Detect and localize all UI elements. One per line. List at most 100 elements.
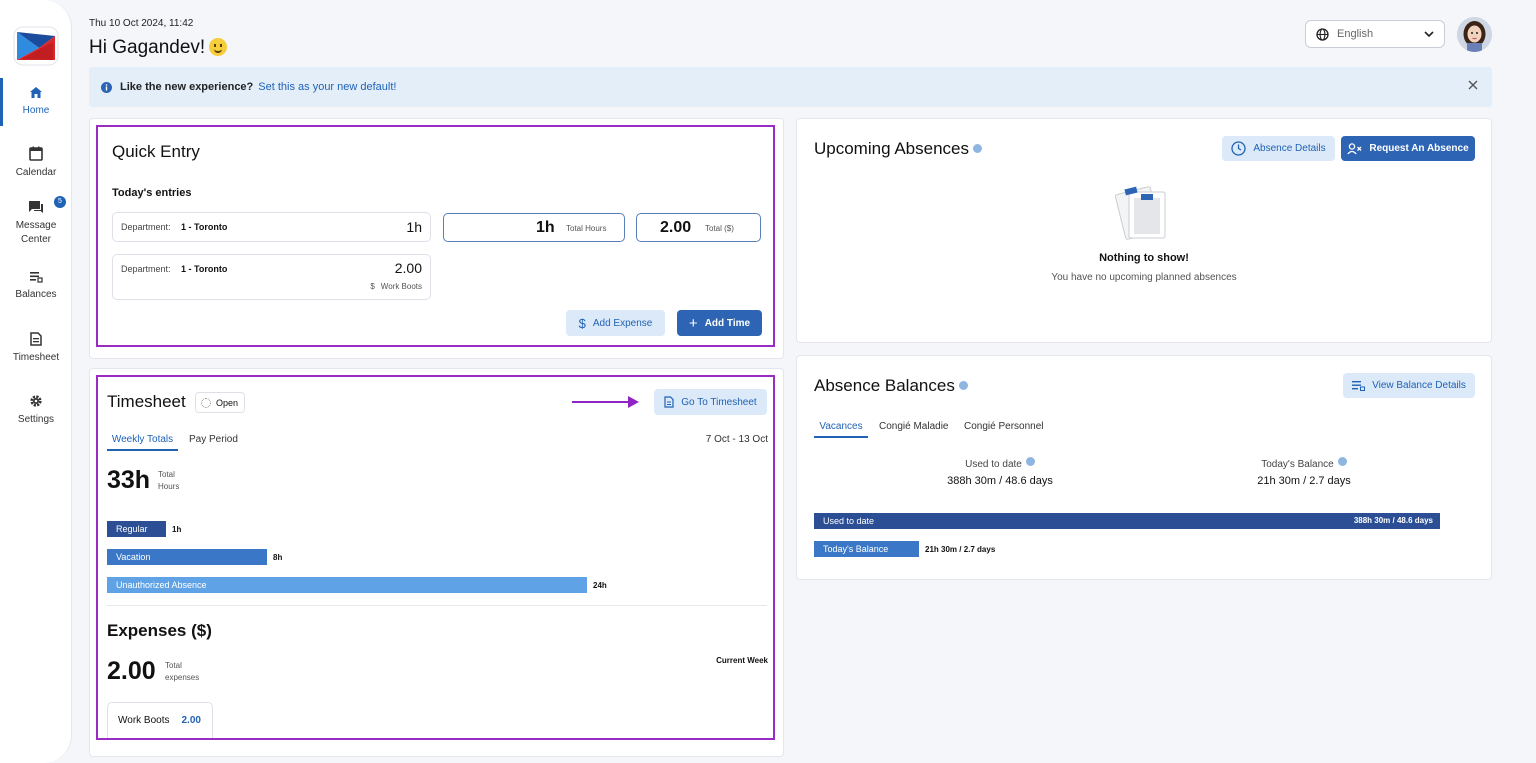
absence-details-label: Absence Details — [1253, 143, 1326, 154]
current-datetime: Thu 10 Oct 2024, 11:42 — [89, 18, 194, 29]
chevron-down-icon — [1424, 31, 1434, 37]
plus-icon: + — [688, 314, 698, 332]
close-icon[interactable] — [1468, 80, 1478, 90]
absence-details-button[interactable]: Absence Details — [1222, 136, 1335, 161]
total-hours-caption-1: Total — [158, 470, 175, 479]
empty-title: Nothing to show! — [1099, 252, 1189, 264]
entry-row[interactable]: Department: 1 - Toronto 2.00 $ Work Boots — [112, 254, 431, 300]
total-dollars-label: Total ($) — [705, 224, 734, 233]
request-absence-label: Request An Absence — [1369, 143, 1469, 154]
sidebar-item-message-center[interactable]: 5 Message Center — [0, 196, 72, 247]
week-range: 7 Oct - 13 Oct — [705, 434, 768, 445]
sidebar-item-balances[interactable]: Balances — [0, 270, 72, 302]
used-bar-label: Used to date — [823, 516, 875, 526]
add-time-button[interactable]: + Add Time — [677, 310, 762, 336]
go-to-timesheet-label: Go To Timesheet — [681, 396, 757, 408]
sidebar-item-label: Timesheet — [12, 352, 60, 363]
upcoming-absences-title-text: Upcoming Absences — [814, 139, 969, 158]
hours-bar-label: Vacation — [116, 552, 151, 562]
used-to-date-value: 388h 30m / 48.6 days — [947, 475, 1053, 487]
entry-value: 2.00 — [394, 260, 422, 276]
language-select[interactable]: English — [1305, 20, 1445, 48]
tab-congie-personnel[interactable]: Congié Personnel — [964, 421, 1044, 432]
document-icon — [664, 396, 674, 408]
avatar[interactable] — [1457, 17, 1492, 52]
today-bar-value: 21h 30m / 2.7 days — [925, 545, 996, 554]
hours-bar: Regular — [107, 521, 166, 537]
hours-bar: Vacation — [107, 549, 267, 565]
hours-bar-value: 8h — [273, 553, 283, 562]
used-to-date-bar: Used to date 388h 30m / 48.6 days — [814, 513, 1440, 529]
go-to-timesheet-button[interactable]: Go To Timesheet — [654, 389, 767, 415]
today-bar-label: Today's Balance — [823, 544, 889, 554]
expenses-caption-2: expenses — [165, 673, 200, 682]
dollar-icon: $ — [370, 282, 375, 291]
sidebar-item-label: Balances — [15, 289, 57, 300]
sidebar-item-timesheet[interactable]: Timesheet — [0, 332, 72, 365]
sidebar-item-home[interactable]: Home — [0, 78, 72, 126]
new-experience-banner: Like the new experience? Set this as you… — [89, 67, 1492, 107]
total-hours-value: 1h — [536, 219, 555, 236]
entry-dept-label: Department: — [121, 264, 171, 274]
hours-bar-value: 1h — [172, 525, 182, 534]
banner-question: Like the new experience? — [120, 81, 254, 93]
home-icon — [30, 87, 42, 98]
tab-congie-maladie[interactable]: Congié Maladie — [879, 421, 949, 432]
list-icon — [1352, 381, 1366, 391]
expenses-caption: Total expenses — [165, 660, 199, 684]
absence-balances-title-text: Absence Balances — [814, 376, 955, 395]
info-icon[interactable] — [958, 381, 968, 390]
current-week-label: Current Week — [716, 656, 768, 665]
info-icon[interactable] — [1025, 457, 1035, 466]
todays-balance-label-text: Today's Balance — [1261, 459, 1334, 470]
entry-dept-label: Department: — [121, 222, 171, 232]
annotation-arrow-icon — [572, 396, 639, 408]
clock-icon — [1231, 141, 1247, 156]
todays-entries-heading: Today's entries — [112, 187, 192, 199]
expenses-caption-1: Total — [165, 661, 182, 670]
todays-balance-label: Today's Balance — [1194, 457, 1414, 470]
globe-icon — [1316, 27, 1329, 41]
smiley-icon — [209, 38, 228, 56]
tab-vacances[interactable]: Vacances — [814, 421, 868, 438]
hours-bar-label: Unauthorized Absence — [116, 580, 207, 590]
total-hours-label: Total Hours — [566, 224, 607, 233]
user-remove-icon — [1347, 142, 1362, 154]
tab-weekly-totals[interactable]: Weekly Totals — [107, 434, 178, 451]
gear-icon — [30, 395, 42, 407]
expense-chip[interactable]: Work Boots 2.00 — [107, 702, 213, 738]
entry-dept-value: 1 - Toronto — [181, 264, 228, 274]
divider — [107, 605, 767, 606]
total-hours-caption-2: Hours — [158, 482, 180, 491]
sidebar-item-settings[interactable]: Settings — [0, 394, 72, 427]
document-icon — [30, 332, 42, 346]
request-absence-button[interactable]: Request An Absence — [1341, 136, 1475, 161]
language-value: English — [1337, 28, 1374, 40]
expenses-total: 2.00 — [107, 657, 156, 685]
sidebar-item-label: Calendar — [15, 167, 57, 178]
greeting-text: Hi Gagandev! — [89, 37, 206, 58]
hours-bar-value: 24h — [593, 581, 607, 590]
info-icon — [101, 81, 112, 93]
view-balance-details-button[interactable]: View Balance Details — [1343, 373, 1475, 398]
absence-balances-title: Absence Balances — [814, 376, 968, 396]
expenses-title: Expenses ($) — [107, 621, 212, 640]
empty-clipboard-icon — [1114, 186, 1166, 240]
hours-bar-label: Regular — [116, 524, 148, 534]
entry-dept-value: 1 - Toronto — [181, 222, 228, 232]
info-icon[interactable] — [972, 144, 982, 153]
tab-pay-period[interactable]: Pay Period — [189, 434, 238, 445]
add-expense-button[interactable]: $ Add Expense — [566, 310, 665, 336]
user-portrait-icon — [1457, 17, 1492, 52]
sidebar-item-calendar[interactable]: Calendar — [0, 146, 72, 180]
total-hours: 33h — [107, 466, 151, 494]
status-badge: Open — [195, 392, 245, 413]
set-default-link[interactable]: Set this as your new default! — [258, 81, 396, 93]
sidebar-item-label: Message Center — [15, 220, 57, 245]
company-logo[interactable] — [13, 26, 59, 66]
message-badge: 5 — [54, 196, 66, 208]
upcoming-absences-title: Upcoming Absences — [814, 139, 982, 159]
sidebar-item-label: Home — [22, 105, 50, 116]
info-icon[interactable] — [1337, 457, 1347, 466]
entry-row[interactable]: Department: 1 - Toronto 1h — [112, 212, 431, 242]
